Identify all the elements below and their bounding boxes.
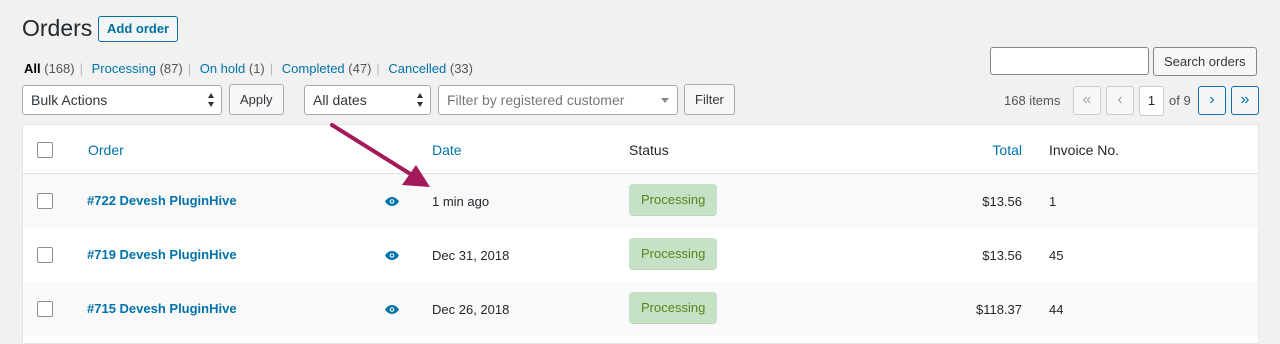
last-page-button[interactable]: » bbox=[1231, 86, 1259, 115]
status-badge: Processing bbox=[629, 184, 718, 216]
view-all[interactable]: All (168) bbox=[24, 61, 75, 76]
eye-icon[interactable] bbox=[385, 305, 399, 314]
invoice-number: 1 bbox=[1049, 194, 1057, 209]
select-arrows-icon bbox=[208, 93, 215, 107]
table-row[interactable]: #715 Devesh PluginHive Dec 26, 2018 Proc… bbox=[23, 282, 1258, 336]
order-link[interactable]: #715 Devesh PluginHive bbox=[87, 301, 237, 316]
status-badge: Processing bbox=[629, 238, 718, 270]
column-status: Status bbox=[629, 142, 669, 158]
add-order-button[interactable]: Add order bbox=[98, 16, 179, 42]
eye-icon[interactable] bbox=[385, 251, 399, 260]
table-row[interactable]: #719 Devesh PluginHive Dec 31, 2018 Proc… bbox=[23, 228, 1258, 282]
row-checkbox[interactable] bbox=[37, 247, 53, 263]
apply-button[interactable]: Apply bbox=[229, 84, 284, 115]
items-count: 168 items bbox=[1004, 93, 1061, 108]
filter-button[interactable]: Filter bbox=[684, 84, 735, 115]
eye-icon[interactable] bbox=[385, 197, 399, 206]
search-input[interactable] bbox=[990, 47, 1149, 75]
row-checkbox[interactable] bbox=[37, 193, 53, 209]
current-page-input[interactable]: 1 bbox=[1139, 86, 1164, 116]
order-status-views: All (168) | Processing (87) | On hold (1) |… bbox=[24, 61, 473, 76]
order-date: Dec 26, 2018 bbox=[432, 302, 510, 317]
order-date: 1 min ago bbox=[432, 194, 490, 209]
order-link[interactable]: #719 Devesh PluginHive bbox=[87, 247, 237, 262]
search-orders-button[interactable]: Search orders bbox=[1153, 47, 1257, 76]
first-page-button[interactable]: « bbox=[1073, 86, 1101, 115]
column-invoice: Invoice No. bbox=[1049, 142, 1120, 158]
customer-filter-placeholder: Filter by registered customer bbox=[447, 92, 625, 108]
next-page-button[interactable]: › bbox=[1198, 86, 1226, 115]
view-on-hold[interactable]: On hold (1) bbox=[200, 61, 265, 76]
row-checkbox[interactable] bbox=[37, 301, 53, 317]
select-all-checkbox[interactable] bbox=[37, 142, 53, 158]
order-total: $118.37 bbox=[975, 302, 1022, 317]
dates-select[interactable]: All dates bbox=[304, 85, 431, 115]
invoice-number: 45 bbox=[1049, 248, 1064, 263]
column-date[interactable]: Date bbox=[432, 142, 462, 158]
chevron-down-icon bbox=[661, 98, 669, 103]
order-link[interactable]: #722 Devesh PluginHive bbox=[87, 193, 237, 208]
order-total: $13.56 bbox=[982, 194, 1022, 209]
column-total[interactable]: Total bbox=[902, 142, 1022, 158]
bulk-actions-select[interactable]: Bulk Actions bbox=[22, 85, 222, 115]
prev-page-button[interactable]: ‹ bbox=[1106, 86, 1134, 115]
bulk-actions-value: Bulk Actions bbox=[31, 92, 108, 108]
invoice-number: 44 bbox=[1049, 302, 1064, 317]
orders-table: Order Date Status Total Invoice No. #722… bbox=[22, 124, 1259, 344]
table-header: Order Date Status Total Invoice No. bbox=[23, 125, 1258, 174]
total-pages: of 9 bbox=[1169, 93, 1191, 108]
customer-filter-select[interactable]: Filter by registered customer bbox=[438, 85, 678, 115]
page-title: Orders bbox=[22, 15, 93, 41]
column-order[interactable]: Order bbox=[88, 142, 124, 158]
status-badge: Processing bbox=[629, 292, 718, 324]
view-completed[interactable]: Completed (47) bbox=[282, 61, 372, 76]
order-total: $13.56 bbox=[982, 248, 1022, 263]
order-date: Dec 31, 2018 bbox=[432, 248, 510, 263]
dates-value: All dates bbox=[313, 92, 367, 108]
table-row[interactable]: #722 Devesh PluginHive 1 min ago Process… bbox=[23, 174, 1258, 228]
select-arrows-icon bbox=[417, 93, 424, 107]
view-cancelled[interactable]: Cancelled (33) bbox=[388, 61, 473, 76]
view-processing[interactable]: Processing (87) bbox=[92, 61, 183, 76]
